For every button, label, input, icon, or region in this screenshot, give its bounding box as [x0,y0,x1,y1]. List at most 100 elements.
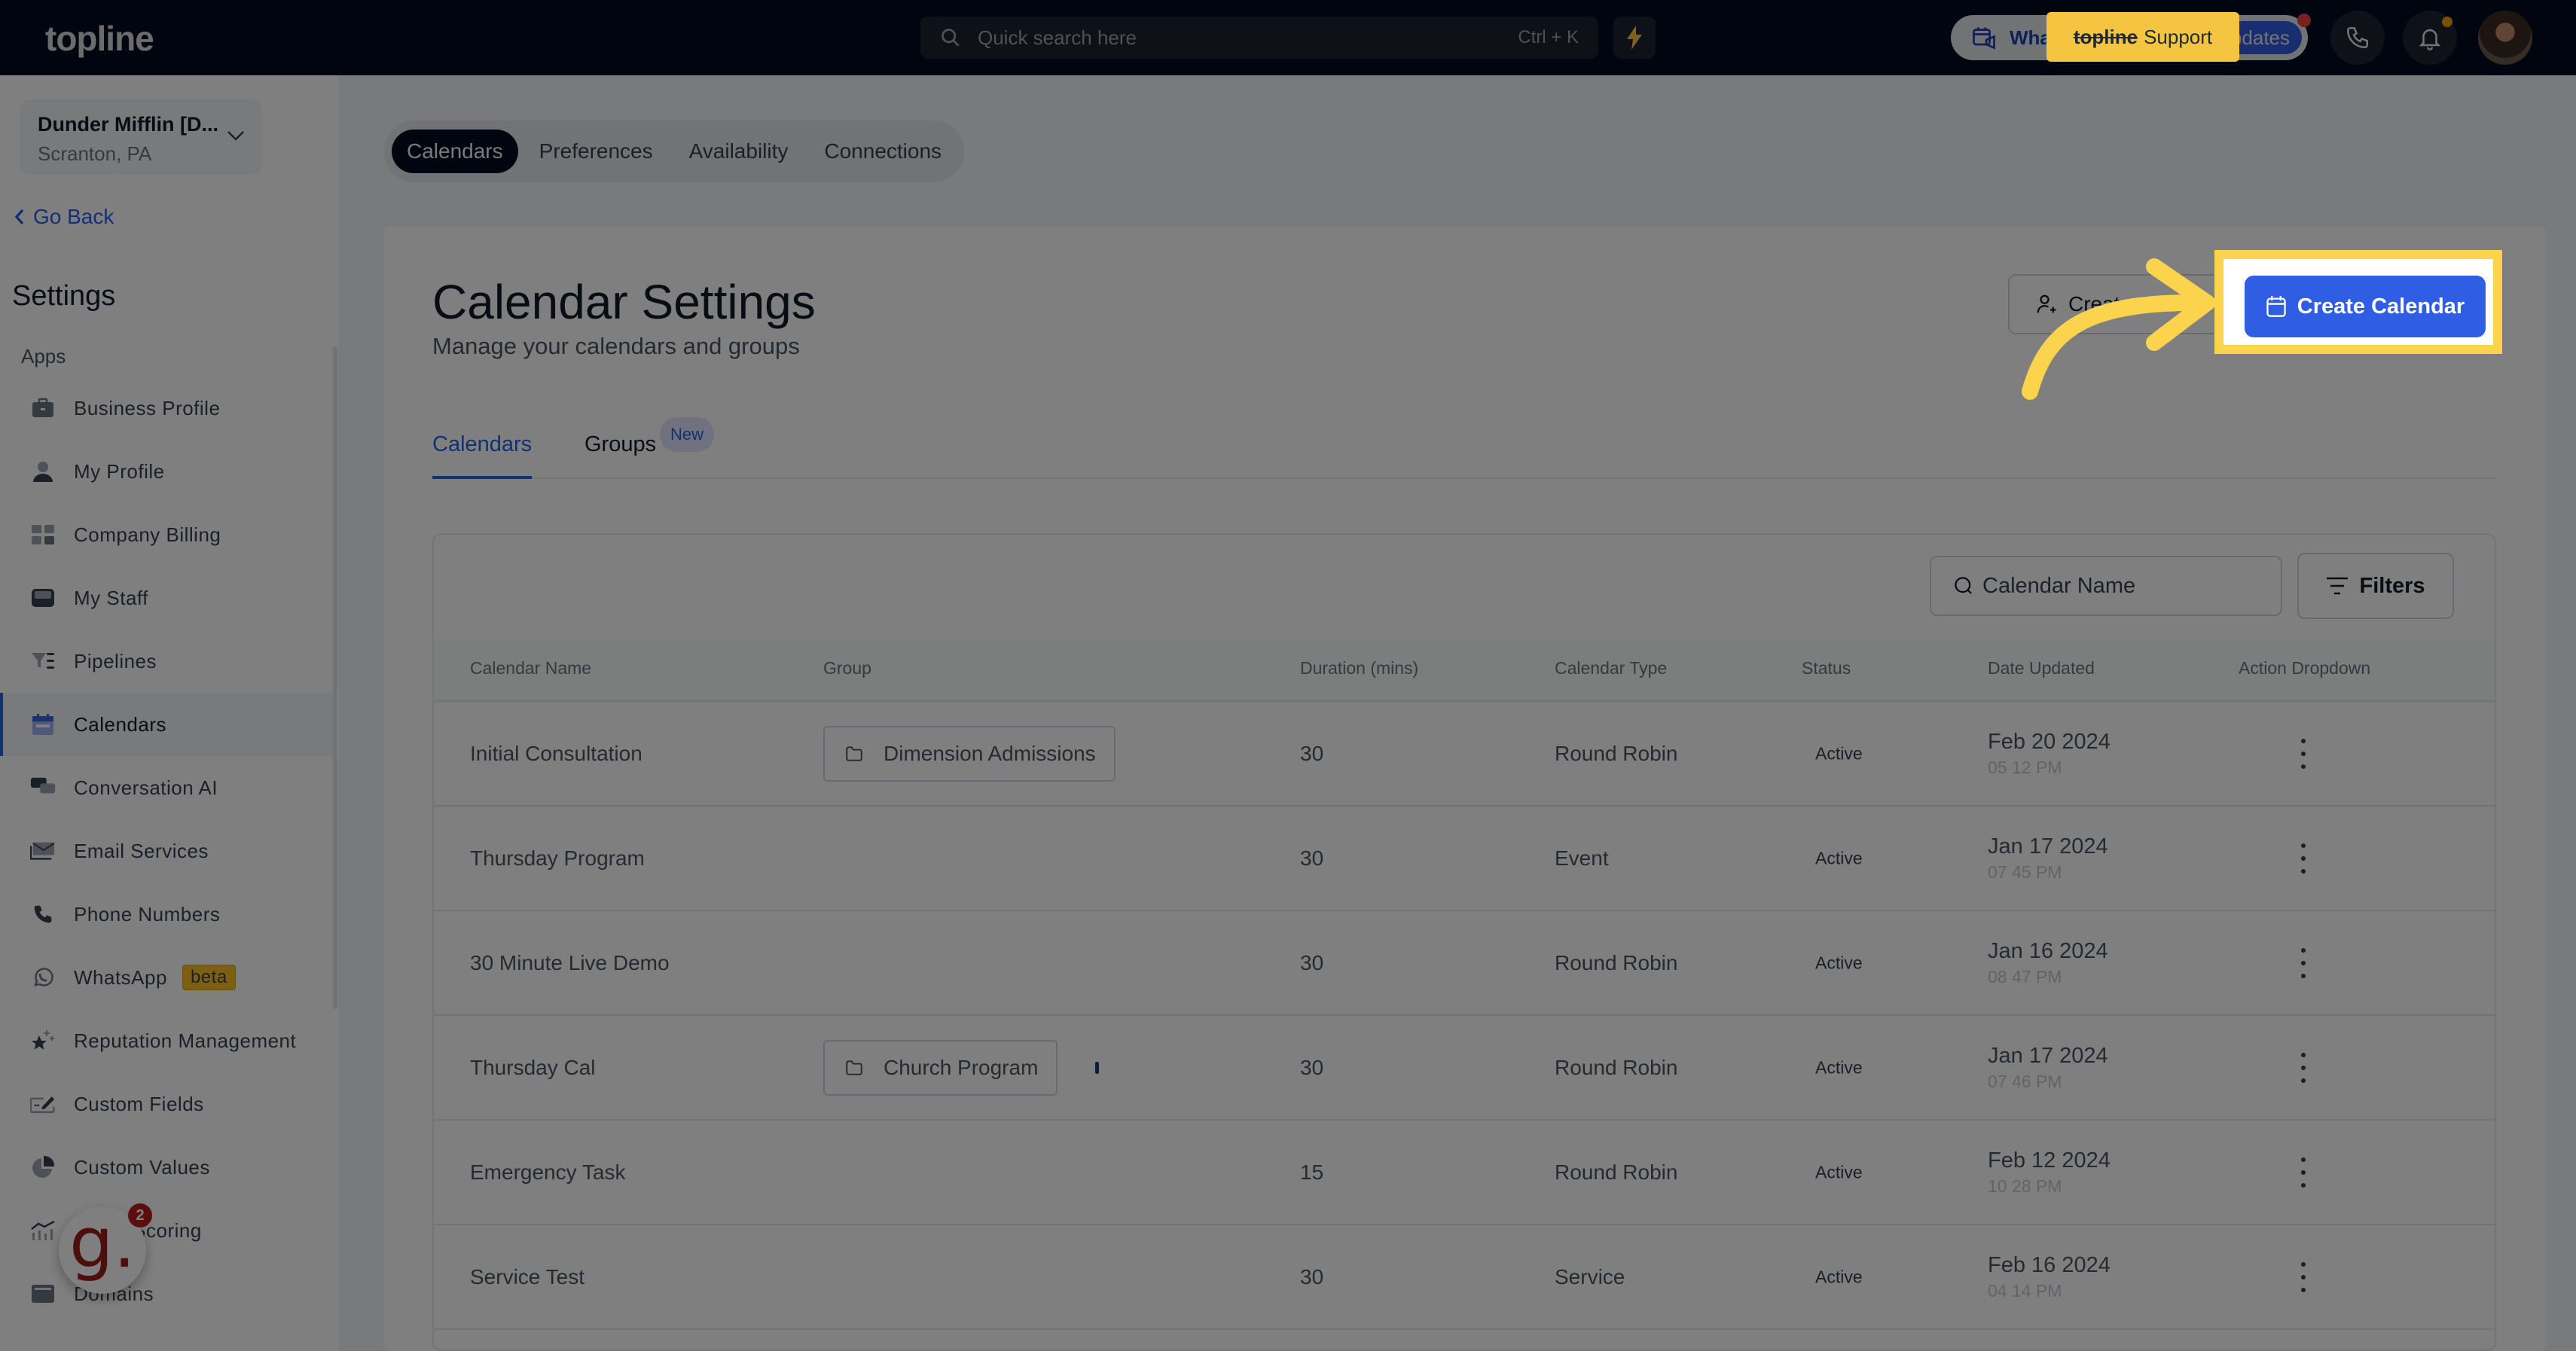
table-row[interactable]: 30 Minute Live Demo 30 Round Robin Active J… [434,911,2495,1016]
sidebar-item-label: Company Billing [74,523,221,546]
group-chip[interactable]: Church Program [823,1039,1058,1096]
sidebar-item-calendars[interactable]: Calendars [0,693,336,756]
sidebar-item-scoring[interactable]: Score Scoring [0,1199,336,1262]
table-row[interactable]: Thursday Program 30 Event Active Jan 17 202… [434,807,2495,911]
subtab-groups[interactable]: Groups New [584,417,715,479]
tab-preferences[interactable]: Preferences [524,130,668,173]
sidebar-item-phone-numbers[interactable]: Phone Numbers [0,883,336,946]
avatar[interactable] [2478,11,2532,65]
status-badge: Active [1815,848,1863,868]
time-updated: 08 47 PM [1988,966,2062,987]
beta-badge: beta [182,965,236,990]
table-row[interactable]: Emergency Task 15 Round Robin Active Feb 12… [434,1121,2495,1225]
pie-chart-icon [30,1154,56,1180]
col-group[interactable]: Group [823,658,871,679]
location-city: Scranton, PA [38,142,152,165]
calendar-name-search[interactable]: Calendar Name [1930,556,2282,616]
cell-calendar-name[interactable]: Emergency Task [470,1160,625,1185]
chat-bubbles-icon [30,775,56,801]
bolt-icon [1627,26,1642,50]
subtab-groups-label: Groups [584,432,657,456]
cell-calendar-name[interactable]: Service Test [470,1265,584,1289]
col-calendar-name[interactable]: Calendar Name [470,658,591,679]
sidebar-item-whatsapp[interactable]: WhatsApp beta [0,946,336,1009]
status-badge: Active [1815,1267,1863,1286]
quick-actions-button[interactable] [1613,17,1656,59]
tab-calendars[interactable]: Calendars [392,130,518,173]
kebab-menu-icon[interactable] [2296,843,2311,874]
sidebar-item-email-services[interactable]: Email Services [0,819,336,883]
go-back-link[interactable]: Go Back [14,205,114,229]
table-row[interactable]: Initial Consultation Dimension Admission… [434,702,2495,807]
cell-calendar-name[interactable]: 30 Minute Live Demo [470,951,670,975]
location-switcher[interactable]: Dunder Mifflin [D... Scranton, PA [20,99,262,175]
sidebar-scrollbar[interactable] [333,346,337,1009]
page-subtitle: Manage your calendars and groups [432,333,800,359]
sidebar-item-label: Custom Values [74,1155,210,1179]
col-status[interactable]: Status [1802,658,1851,679]
table-body: Initial Consultation Dimension Admission… [434,702,2495,1330]
subtab-calendars[interactable]: Calendars [432,422,533,479]
sidebar-item-domains[interactable]: Domains [0,1262,336,1325]
sidebar-item-label: Pipelines [74,649,157,672]
filters-label: Filters [2359,573,2425,598]
cell-calendar-name[interactable]: Thursday Program [470,846,645,871]
phone-icon [2346,26,2369,49]
calendar-sub-tabs: Calendars Groups New [432,417,2496,479]
kebab-menu-icon[interactable] [2296,738,2311,769]
sidebar-item-custom-fields[interactable]: Custom Fields [0,1072,336,1136]
cell-calendar-type: Round Robin [1555,1160,1678,1184]
sidebar-item-company-billing[interactable]: Company Billing [0,503,336,566]
sidebar-nav: Business Profile My Profile Company Bill… [0,377,336,1325]
cell-date-updated: Jan 16 2024 08 47 PM [1988,939,2108,987]
support-tooltip-label: Support [2144,25,2213,48]
sidebar-item-pipelines[interactable]: Pipelines [0,630,336,693]
notifications-button[interactable] [2403,11,2457,65]
col-calendar-type[interactable]: Calendar Type [1555,658,1667,679]
table-row[interactable]: Service Test 30 Service Active Feb 16 2024 … [434,1225,2495,1330]
tab-availability[interactable]: Availability [674,130,804,173]
date-updated: Feb 12 2024 [1988,1148,2111,1173]
sidebar-item-my-staff[interactable]: My Staff [0,566,336,630]
create-calendar-button[interactable]: Create Calendar [2245,276,2486,337]
kebab-menu-icon[interactable] [2296,1261,2311,1292]
support-tooltip-brand: topline [2073,25,2138,48]
cell-calendar-name[interactable]: Thursday Cal [470,1056,596,1080]
kebab-menu-icon[interactable] [2296,947,2311,978]
kebab-menu-icon[interactable] [2296,1157,2311,1188]
table-row[interactable]: Thursday Cal Church Program 30 Round Robin… [434,1016,2495,1121]
cell-duration: 15 [1300,1160,1324,1184]
group-chip[interactable]: Dimension Admissions [823,725,1116,782]
g-widget-badge: 2 [128,1203,152,1227]
cell-calendar-name[interactable]: Initial Consultation [470,742,642,766]
filters-button[interactable]: Filters [2297,553,2454,619]
chart-icon [30,1218,56,1243]
app-logo[interactable]: topline [45,18,154,59]
sidebar-item-business-profile[interactable]: Business Profile [0,377,336,440]
calendar-icon [2266,296,2286,317]
sidebar-item-custom-values[interactable]: Custom Values [0,1136,336,1199]
edit-field-icon [30,1091,56,1117]
sidebar-item-conversation-ai[interactable]: Conversation AI [0,756,336,819]
sidebar-item-label: Phone Numbers [74,902,221,926]
filter-list-icon [30,648,56,674]
col-date-updated[interactable]: Date Updated [1988,658,2095,679]
sidebar-section-label: Apps [21,345,66,367]
cell-calendar-type: Round Robin [1555,1055,1678,1079]
cell-calendar-type: Event [1555,846,1609,870]
sidebar-item-label: Reputation Management [74,1029,297,1052]
kebab-menu-icon[interactable] [2296,1052,2311,1083]
calculator-icon [30,522,56,547]
global-search-input[interactable]: Quick search here Ctrl + K [920,17,1598,59]
chevron-left-icon [14,209,24,225]
time-updated: 05 12 PM [1988,757,2062,777]
sidebar-item-reputation-management[interactable]: Reputation Management [0,1009,336,1072]
settings-sidebar: Dunder Mifflin [D... Scranton, PA Go Bac… [0,75,339,1351]
col-duration[interactable]: Duration (mins) [1300,658,1418,679]
g-chat-widget[interactable]: g. 2 [59,1203,152,1294]
calendar-name-search-placeholder: Calendar Name [1982,573,2136,598]
sidebar-item-my-profile[interactable]: My Profile [0,440,336,503]
phone-button[interactable] [2330,11,2385,65]
user-icon [30,459,56,484]
tab-connections[interactable]: Connections [809,130,957,173]
